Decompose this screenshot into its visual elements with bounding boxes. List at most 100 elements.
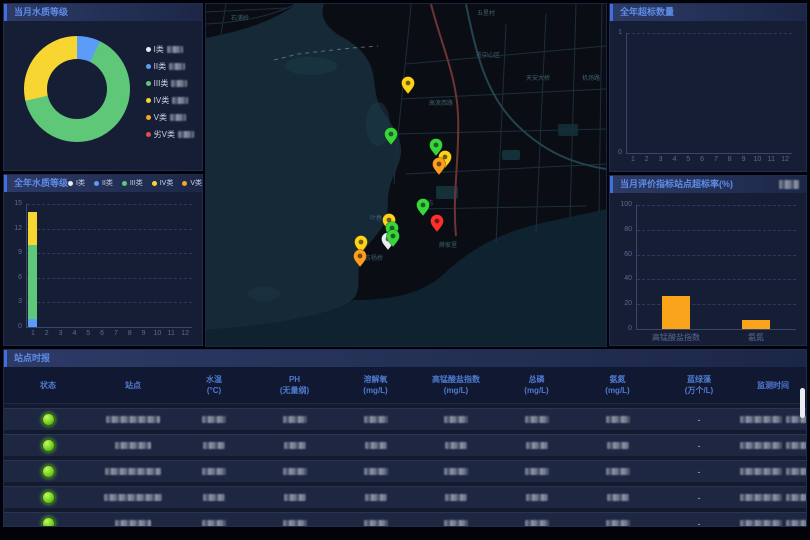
timestamp-redacted bbox=[740, 442, 782, 449]
value-redacted bbox=[606, 520, 630, 527]
timestamp-redacted bbox=[740, 416, 782, 423]
table-cell: - bbox=[658, 415, 740, 425]
value-redacted bbox=[444, 520, 468, 527]
y-tick-label: 15 bbox=[4, 200, 22, 207]
legend-item[interactable]: IV类 bbox=[146, 95, 194, 106]
annual-exceed-chart: 01123456789101112 bbox=[610, 21, 806, 171]
gridline bbox=[27, 204, 192, 205]
station-name-redacted bbox=[104, 494, 162, 501]
legend-item[interactable]: III类 bbox=[122, 175, 143, 192]
value-redacted bbox=[283, 416, 307, 423]
panel-station-table: 站点时报 状态站点水温(°C)PH(无量纲)溶解氧(mg/L)高锰酸盐指数(mg… bbox=[3, 349, 807, 527]
table-cell bbox=[174, 416, 254, 423]
timestamp-redacted bbox=[786, 468, 807, 475]
panel-map[interactable]: 石浦岭五星村市中心区天安大桥机场路高浪西路叶春青屿薛家里古杨桥 bbox=[205, 3, 607, 347]
bar bbox=[662, 296, 690, 329]
table-row[interactable]: - bbox=[4, 408, 806, 430]
map-place-label: 天安大桥 bbox=[526, 74, 550, 82]
legend-item[interactable]: II类 bbox=[94, 175, 113, 192]
gridline bbox=[637, 304, 796, 305]
table-cell: - bbox=[658, 441, 740, 451]
x-tick-label: 高锰酸盐指数 bbox=[642, 332, 710, 343]
y-tick-label: 0 bbox=[4, 323, 22, 330]
panel-title-bar: 当月水质等级 bbox=[4, 4, 202, 21]
gridline bbox=[27, 278, 192, 279]
status-ok-icon bbox=[42, 517, 55, 527]
status-ok-icon bbox=[42, 491, 55, 504]
legend-item[interactable]: 劣V类 bbox=[146, 129, 194, 140]
panel-title: 当月水质等级 bbox=[14, 4, 68, 21]
table-cell bbox=[740, 442, 807, 449]
legend-dot-icon bbox=[68, 181, 73, 186]
algae-value: - bbox=[698, 493, 701, 503]
column-header: 站点 bbox=[92, 380, 174, 391]
table-row[interactable]: - bbox=[4, 512, 806, 527]
table-cell: - bbox=[658, 519, 740, 528]
map-place-label: 五星村 bbox=[477, 9, 495, 17]
map-park bbox=[502, 150, 520, 160]
value-redacted bbox=[202, 468, 226, 475]
value-redacted bbox=[365, 442, 387, 449]
algae-value: - bbox=[698, 519, 701, 528]
status-ok-icon bbox=[42, 465, 55, 478]
y-axis-line bbox=[636, 205, 637, 329]
table-cell bbox=[92, 442, 174, 449]
y-tick-label: 6 bbox=[4, 274, 22, 281]
panel-action-button[interactable] bbox=[779, 180, 799, 189]
station-name-redacted bbox=[115, 520, 151, 527]
table-cell bbox=[577, 494, 658, 501]
legend-label: I类 bbox=[154, 44, 164, 55]
value-redacted bbox=[525, 520, 549, 527]
column-header: 水温(°C) bbox=[174, 374, 254, 396]
x-axis-line bbox=[26, 327, 192, 328]
panel-title: 当月评价指标站点超标率(%) bbox=[620, 176, 733, 193]
table-cell bbox=[577, 468, 658, 475]
timestamp-redacted bbox=[786, 442, 807, 449]
panel-monthly-grade: 当月水质等级 I类 II类 III类 IV类 V类劣V类 bbox=[3, 3, 203, 171]
legend-item[interactable]: V类 bbox=[182, 175, 202, 192]
exceed-rate-chart: 020406080100高锰酸盐指数氨氮 bbox=[610, 193, 806, 345]
value-redacted bbox=[607, 494, 629, 501]
y-axis-line bbox=[26, 204, 27, 327]
panel-title: 全年超标数量 bbox=[620, 4, 674, 21]
table-row[interactable]: - bbox=[4, 460, 806, 482]
legend-item[interactable]: III类 bbox=[146, 78, 194, 89]
table-cell bbox=[335, 494, 416, 501]
table-scrollbar[interactable] bbox=[800, 388, 805, 418]
panel-title-bar: 站点时报 bbox=[4, 350, 806, 367]
value-redacted bbox=[283, 468, 307, 475]
legend-item[interactable]: V类 bbox=[146, 112, 194, 123]
table-cell bbox=[577, 520, 658, 527]
gridline bbox=[637, 279, 796, 280]
donut-legend: I类 II类 III类 IV类 V类劣V类 bbox=[146, 44, 194, 140]
gridline bbox=[637, 205, 796, 206]
legend-item[interactable]: I类 bbox=[146, 44, 194, 55]
table-cell bbox=[174, 494, 254, 501]
legend-label: IV类 bbox=[154, 95, 170, 106]
bar-segment bbox=[28, 212, 37, 245]
city-map[interactable]: 石浦岭五星村市中心区天安大桥机场路高浪西路叶春青屿薛家里古杨桥 bbox=[206, 4, 606, 346]
table-row[interactable]: - bbox=[4, 434, 806, 456]
table-cell bbox=[496, 494, 577, 501]
map-place-label: 石浦岭 bbox=[231, 14, 249, 22]
table-cell bbox=[4, 465, 92, 478]
table-cell bbox=[496, 442, 577, 449]
value-redacted bbox=[606, 416, 630, 423]
table-cell bbox=[92, 520, 174, 527]
legend-value-redacted bbox=[167, 46, 183, 53]
table-row[interactable]: - bbox=[4, 486, 806, 508]
table-cell bbox=[254, 442, 335, 449]
table-body: - - - - - bbox=[4, 408, 806, 527]
value-redacted bbox=[203, 442, 225, 449]
legend-item[interactable]: IV类 bbox=[152, 175, 174, 192]
table-cell bbox=[174, 442, 254, 449]
monthly-grade-donut-chart bbox=[24, 36, 130, 142]
legend-item[interactable]: II类 bbox=[146, 61, 194, 72]
timestamp-redacted bbox=[740, 520, 782, 527]
legend-item[interactable]: I类 bbox=[68, 175, 85, 192]
value-redacted bbox=[607, 442, 629, 449]
y-axis-line bbox=[626, 33, 627, 153]
legend-value-redacted bbox=[172, 97, 188, 104]
table-cell: - bbox=[658, 467, 740, 477]
timestamp-redacted bbox=[740, 468, 782, 475]
